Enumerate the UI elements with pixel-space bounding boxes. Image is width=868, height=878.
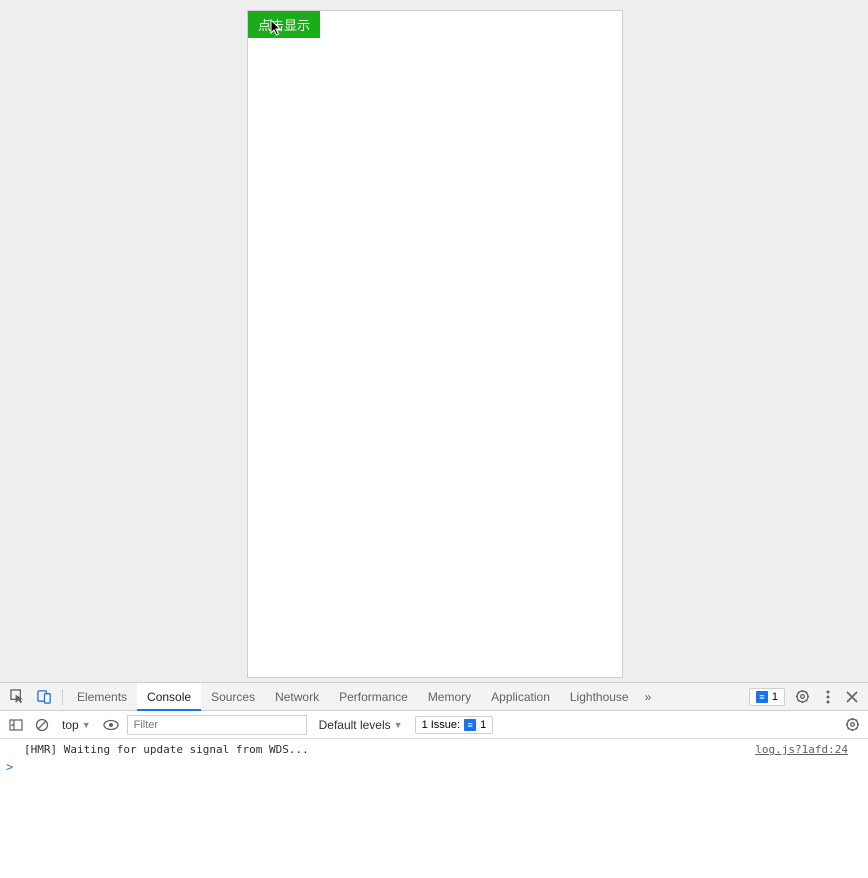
devtools-panel: Elements Console Sources Network Perform… xyxy=(0,682,868,878)
device-frame: 点击显示 xyxy=(247,10,623,678)
console-toolbar: top ▼ Default levels ▼ 1 Issue: ≡ 1 xyxy=(0,711,868,739)
issues-badge[interactable]: ≡ 1 xyxy=(749,688,785,706)
more-options-icon[interactable] xyxy=(820,683,836,711)
tab-lighthouse[interactable]: Lighthouse xyxy=(560,683,639,711)
viewport-area: 点击显示 xyxy=(0,0,868,682)
console-message-text: [HMR] Waiting for update signal from WDS… xyxy=(24,743,309,756)
context-label: top xyxy=(62,718,79,732)
levels-label: Default levels xyxy=(319,718,391,732)
console-output: [HMR] Waiting for update signal from WDS… xyxy=(0,739,868,878)
issue-label: 1 Issue: xyxy=(422,719,461,731)
device-toggle-icon[interactable] xyxy=(31,683,58,711)
live-expression-icon[interactable] xyxy=(101,715,121,735)
tab-memory[interactable]: Memory xyxy=(418,683,481,711)
tab-application[interactable]: Application xyxy=(481,683,560,711)
devtools-tabbar: Elements Console Sources Network Perform… xyxy=(0,683,868,711)
issue-count-value: 1 xyxy=(480,719,486,731)
tab-performance[interactable]: Performance xyxy=(329,683,418,711)
console-message-source-link[interactable]: log.js?1afd:24 xyxy=(755,743,848,756)
log-levels-select[interactable]: Default levels ▼ xyxy=(313,718,409,732)
tab-network[interactable]: Network xyxy=(265,683,329,711)
chevron-down-icon: ▼ xyxy=(82,720,91,730)
close-icon[interactable] xyxy=(840,683,864,711)
tab-elements[interactable]: Elements xyxy=(67,683,137,711)
divider xyxy=(62,689,63,705)
issues-counter[interactable]: 1 Issue: ≡ 1 xyxy=(415,716,494,734)
chevron-down-icon: ▼ xyxy=(394,720,403,730)
issues-badge-count: 1 xyxy=(772,691,778,703)
settings-icon[interactable] xyxy=(789,683,816,711)
toggle-show-button[interactable]: 点击显示 xyxy=(248,11,320,38)
issues-icon: ≡ xyxy=(756,691,768,703)
console-sidebar-toggle-icon[interactable] xyxy=(6,715,26,735)
more-tabs-icon[interactable]: » xyxy=(639,690,658,704)
inspect-element-icon[interactable] xyxy=(4,683,31,711)
issues-icon: ≡ xyxy=(464,719,476,731)
console-prompt[interactable]: > xyxy=(0,758,868,776)
filter-input[interactable] xyxy=(127,715,307,735)
tab-sources[interactable]: Sources xyxy=(201,683,265,711)
clear-console-icon[interactable] xyxy=(32,715,52,735)
console-message-row: [HMR] Waiting for update signal from WDS… xyxy=(0,741,868,758)
execution-context-select[interactable]: top ▼ xyxy=(58,718,95,732)
tab-console[interactable]: Console xyxy=(137,683,201,711)
console-settings-icon[interactable] xyxy=(842,715,862,735)
